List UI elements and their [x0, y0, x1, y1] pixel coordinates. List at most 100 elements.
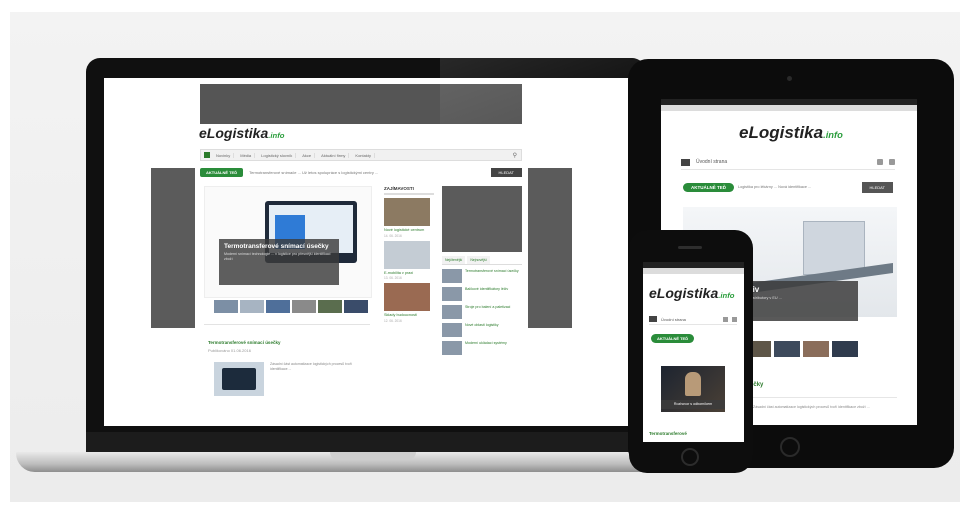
- home-button[interactable]: [780, 437, 800, 457]
- hero-slider[interactable]: Termotransferové snímací úsečky Moderní …: [204, 186, 372, 298]
- hero-title[interactable]: Termotransferové snímací úsečky: [219, 239, 339, 252]
- logo-text: eLogistika: [739, 123, 824, 142]
- popular-column: Nejčtenější Nejnovější Termotransferové …: [442, 186, 522, 355]
- news-image[interactable]: [384, 240, 430, 269]
- thumbnail[interactable]: [240, 300, 264, 313]
- news-date: 12. 06. 2016: [384, 318, 402, 323]
- news-image[interactable]: [384, 198, 430, 226]
- thumbnail[interactable]: [318, 300, 342, 313]
- article-text: Zásadní část automatizace logistických p…: [270, 362, 352, 371]
- list-title: Stroje pro balení a paletizaci: [465, 305, 511, 309]
- list-title: Balíkové identifikátory léčiv: [465, 287, 509, 291]
- list-thumb: [442, 341, 462, 355]
- ticker-tag: AKTUÁLNĚ TEĎ: [651, 334, 695, 343]
- home-icon[interactable]: [204, 152, 210, 158]
- article-meta: Publikováno 01.06.2016: [208, 348, 251, 353]
- hamburger-icon[interactable]: [649, 316, 657, 322]
- nav-item[interactable]: Logistický slovník: [258, 152, 297, 158]
- right-side-ad[interactable]: [528, 168, 572, 328]
- logo-suffix: .info: [823, 130, 843, 140]
- news-image[interactable]: [384, 283, 430, 311]
- ticker-text[interactable]: Termotransferové snímače ... Už letos sp…: [249, 170, 490, 175]
- list-title: Termotransferové snímací úsečky: [465, 269, 519, 273]
- popular-tabs: Nejčtenější Nejnovější: [442, 256, 522, 265]
- list-title: Moderní ukládací systémy: [465, 341, 507, 345]
- nav-item[interactable]: Aktuální firmy: [318, 152, 350, 158]
- phone-screen: eLogistika.info Úvodní strana AKTUÁLNĚ T…: [643, 262, 744, 442]
- divider: [204, 324, 370, 325]
- speaker-grille: [678, 246, 702, 249]
- thumbnail[interactable]: [292, 300, 316, 313]
- thumbnail[interactable]: [344, 300, 368, 313]
- url-bar[interactable]: [661, 105, 917, 111]
- list-thumb: [442, 305, 462, 319]
- machine-illustration: [803, 221, 865, 275]
- site-logo[interactable]: eLogistika.info: [199, 125, 284, 141]
- list-item[interactable]: Nové oblasti logistiky: [442, 323, 522, 337]
- nav-item[interactable]: Média: [237, 152, 256, 158]
- article-title[interactable]: Termotransferové snímací úsečky: [208, 340, 373, 345]
- list-thumb: [442, 323, 462, 337]
- list-item[interactable]: Moderní ukládací systémy: [442, 341, 522, 355]
- article-image[interactable]: [214, 362, 264, 396]
- thumbnail[interactable]: [214, 300, 238, 313]
- news-title[interactable]: Sklady budoucnosti: [384, 313, 434, 318]
- ticker-button[interactable]: HLEDAT: [861, 181, 893, 193]
- home-icon[interactable]: [723, 316, 728, 322]
- news-title[interactable]: E-mobilita v praxi: [384, 271, 434, 276]
- url-bar[interactable]: [643, 268, 744, 274]
- hero-text: Moderní snímací technologie ... v logist…: [224, 252, 331, 261]
- logo-text: eLogistika: [199, 125, 269, 141]
- tab-newest[interactable]: Nejnovější: [467, 256, 490, 264]
- photo-caption[interactable]: Rozhovor s odborníkem: [661, 400, 725, 409]
- search-icon[interactable]: ⚲: [513, 152, 517, 159]
- thumbnail[interactable]: [803, 341, 829, 357]
- menu-label[interactable]: Úvodní strana: [696, 159, 871, 165]
- thumbnail[interactable]: [266, 300, 290, 313]
- search-icon[interactable]: [732, 316, 737, 322]
- ticker-button[interactable]: HLEDAT: [490, 168, 522, 177]
- ticker-text[interactable]: Logistika pro lékárny ... Nová identifik…: [738, 185, 862, 189]
- section-text: Zásadní část automatizace logistických p…: [753, 405, 870, 409]
- main-nav: Novinky Média Logistický slovník Akce Ak…: [200, 149, 522, 161]
- site-logo[interactable]: eLogistika.info: [739, 123, 843, 143]
- camera-icon: [787, 76, 792, 81]
- site-logo[interactable]: eLogistika.info: [649, 285, 734, 301]
- laptop-bezel: [86, 432, 646, 454]
- home-button[interactable]: [681, 448, 699, 466]
- list-item[interactable]: Termotransferové snímací úsečky: [442, 269, 522, 283]
- menu-bar: Úvodní strana: [649, 314, 737, 325]
- news-column: ZAJÍMAVOSTI Nové logistické centrum 14. …: [384, 186, 434, 323]
- news-title[interactable]: Nové logistické centrum: [384, 228, 434, 233]
- search-icon[interactable]: [889, 159, 895, 165]
- list-thumb: [442, 287, 462, 301]
- list-title: Nové oblasti logistiky: [465, 323, 499, 327]
- news-date: 13. 06. 2016: [384, 276, 402, 280]
- nav-item[interactable]: Kontakty: [352, 152, 375, 158]
- logo-suffix: .info: [268, 131, 285, 140]
- home-icon[interactable]: [877, 159, 883, 165]
- left-side-ad[interactable]: [151, 168, 195, 328]
- laptop-screen: eLogistika.info Novinky Média Logistický…: [104, 78, 629, 426]
- top-banner-ad[interactable]: [200, 84, 522, 124]
- section-title[interactable]: Termotransferové: [649, 431, 687, 436]
- thumbnail[interactable]: [774, 341, 800, 357]
- news-ticker: AKTUÁLNĚ TEĎ Termotransferové snímače ..…: [200, 168, 522, 177]
- article-teaser: Termotransferové snímací úsečky Publikov…: [208, 340, 373, 396]
- list-item[interactable]: Balíkové identifikátory léčiv: [442, 287, 522, 301]
- news-ticker: AKTUÁLNĚ TEĎ Logistika pro lékárny ... N…: [683, 181, 893, 193]
- thumbnail[interactable]: [832, 341, 858, 357]
- nav-item[interactable]: Novinky: [213, 152, 235, 158]
- nav-item[interactable]: Akce: [299, 152, 316, 158]
- news-date: 14. 06. 2016: [384, 233, 402, 238]
- sidebar-ad[interactable]: [442, 186, 522, 252]
- ticker-tag: AKTUÁLNĚ TEĎ: [200, 168, 244, 177]
- list-item[interactable]: Stroje pro balení a paletizaci: [442, 305, 522, 319]
- device-mockup-scene: eLogistika.info Novinky Média Logistický…: [0, 0, 969, 517]
- logo-suffix: .info: [718, 291, 735, 300]
- ticker-tag: AKTUÁLNĚ TEĎ: [683, 182, 734, 192]
- hamburger-icon[interactable]: [681, 158, 690, 166]
- tab-most-read[interactable]: Nejčtenější: [442, 256, 466, 264]
- hero-caption: Termotransferové snímací úsečky Moderní …: [219, 239, 339, 285]
- menu-label[interactable]: Úvodní strana: [661, 317, 719, 322]
